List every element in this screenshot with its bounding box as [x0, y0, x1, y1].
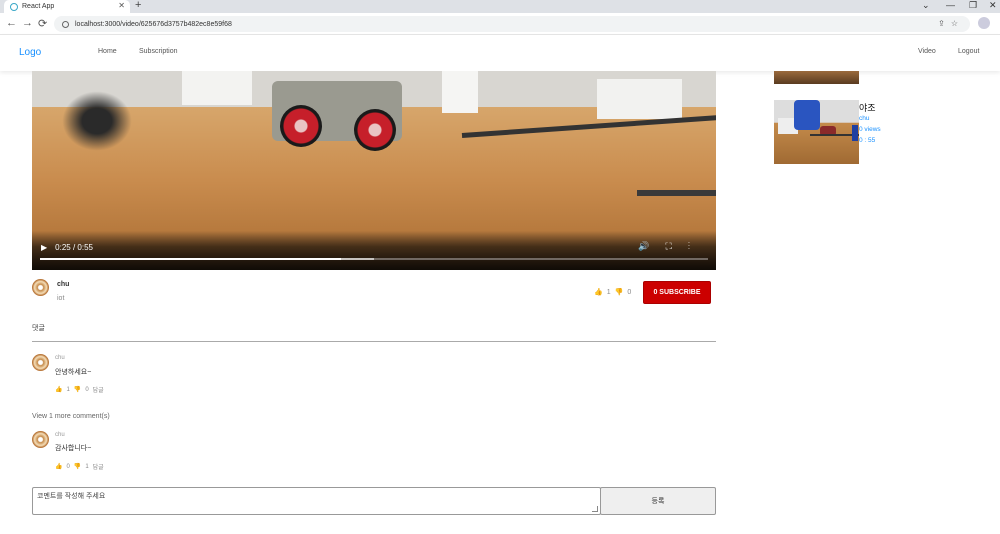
back-button[interactable]: ← [6, 17, 17, 29]
like-icon[interactable]: 👍 [594, 288, 603, 296]
video-scene-cable [62, 91, 132, 151]
dislike-count: 0 [627, 288, 632, 296]
maximize-button[interactable]: ❐ [969, 0, 977, 13]
uploader-name[interactable]: chu [57, 281, 69, 288]
comment-dislike-count: 1 [85, 463, 89, 470]
address-bar-row: ← → ⟳ localhost:3000/video/625676d3757b4… [0, 13, 1000, 35]
reply-button[interactable]: 답글 [93, 385, 104, 394]
comment-author[interactable]: chu [55, 432, 65, 438]
video-like-dislike: 👍 1 👎 0 [594, 288, 632, 297]
nav-subscription[interactable]: Subscription [139, 48, 178, 55]
sidebar-video-title[interactable]: 야조 [859, 101, 876, 114]
like-icon[interactable]: 👍 [55, 463, 62, 470]
site-info-icon[interactable] [62, 20, 69, 28]
window-close-button[interactable]: ✕ [989, 0, 997, 13]
video-scene-tape [637, 190, 716, 196]
comment-text: 안녕하세요~ [55, 369, 92, 376]
comment-like-count: 1 [66, 386, 70, 393]
sidebar-video-views: 0 views [859, 126, 881, 133]
nav-logout[interactable]: Logout [958, 48, 979, 55]
sidebar-thumbnail[interactable] [774, 71, 859, 84]
comment-author[interactable]: chu [55, 355, 65, 361]
video-player[interactable]: ▶ 0:25 / 0:55 🔊⛶⋮ [32, 71, 716, 270]
url-text: localhost:3000/video/625676d3757b482ec8e… [75, 20, 232, 28]
like-count: 1 [606, 288, 611, 296]
dislike-icon[interactable]: 👎 [74, 463, 81, 470]
comment-text: 감사합니다~ [55, 445, 92, 452]
subscribe-button[interactable]: 0 SUBSCRIBE [643, 281, 711, 304]
video-scene-box [442, 71, 478, 113]
comment-actions: 👍 0 👎 1 답글 [55, 462, 104, 472]
video-scene-box [597, 79, 682, 119]
video-time: 0:25 / 0:55 [55, 242, 93, 252]
submit-comment-button[interactable]: 등록 [600, 487, 716, 515]
video-controls: ▶ 0:25 / 0:55 🔊⛶⋮ [32, 237, 716, 257]
video-scene-tape [461, 114, 716, 138]
new-tab-button[interactable]: + [135, 0, 141, 11]
comment-like-count: 0 [66, 463, 70, 470]
app-navbar: Logo Home Subscription Video Logout [0, 35, 1000, 71]
comments-title: 댓글 [32, 325, 45, 332]
reply-button[interactable]: 답글 [93, 462, 104, 471]
video-progress-fill [40, 258, 341, 260]
comment-input-placeholder: 코멘트를 작성해 주세요 [37, 493, 106, 500]
tab-title: React App [22, 3, 55, 10]
url-field[interactable]: localhost:3000/video/625676d3757b482ec8e… [54, 16, 970, 32]
dislike-icon[interactable]: 👎 [74, 386, 81, 393]
browser-tab-strip: React App ✕ + ⌄ — ❐ ✕ [0, 0, 1000, 13]
comments-divider [32, 341, 716, 342]
comment-input[interactable]: 코멘트를 작성해 주세요 [32, 487, 601, 515]
reload-button[interactable]: ⟳ [38, 17, 47, 30]
logo[interactable]: Logo [19, 47, 41, 58]
share-bookmark-icons[interactable]: ⇪☆ [938, 19, 964, 28]
react-favicon-icon [10, 2, 18, 11]
sidebar-focus-marker [852, 125, 858, 141]
nav-home[interactable]: Home [98, 48, 117, 55]
tab-search-icon[interactable]: ⌄ [922, 0, 930, 13]
minimize-button[interactable]: — [946, 0, 955, 13]
nav-video[interactable]: Video [918, 48, 936, 55]
comment-actions: 👍 1 👎 0 답글 [55, 385, 104, 395]
browser-tab[interactable]: React App ✕ [4, 0, 130, 13]
comment-avatar[interactable] [32, 354, 49, 371]
tab-close-icon[interactable]: ✕ [118, 1, 125, 10]
video-progress-bar[interactable] [40, 258, 708, 260]
comment-dislike-count: 0 [85, 386, 89, 393]
view-more-comments[interactable]: View 1 more comment(s) [32, 413, 110, 420]
sidebar-video-duration: 0 : 55 [859, 137, 876, 144]
play-icon[interactable]: ▶ [41, 243, 47, 252]
video-description: iot [57, 295, 65, 302]
sidebar-video-author: chu [859, 115, 870, 122]
uploader-avatar[interactable] [32, 279, 49, 296]
profile-icon[interactable] [978, 17, 990, 29]
dislike-icon[interactable]: 👎 [615, 288, 624, 296]
video-scene-wheel [280, 105, 322, 147]
like-icon[interactable]: 👍 [55, 386, 62, 393]
thumbnail-scene-person [794, 100, 820, 130]
comment-avatar[interactable] [32, 431, 49, 448]
video-scene-wheel [354, 109, 396, 151]
sidebar-thumbnail[interactable] [774, 100, 859, 164]
forward-button[interactable]: → [22, 17, 33, 29]
video-scene-box [182, 71, 252, 105]
volume-fullscreen-menu-icons[interactable]: 🔊⛶⋮ [638, 241, 706, 252]
